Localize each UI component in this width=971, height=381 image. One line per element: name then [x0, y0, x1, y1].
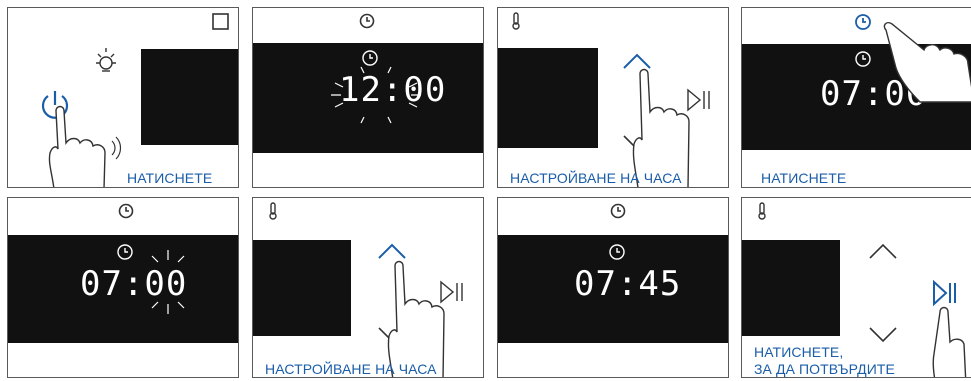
clock-icon[interactable]: [854, 13, 872, 31]
play-pause-icon[interactable]: [932, 279, 958, 307]
clock-time: 07:45: [574, 264, 682, 304]
clock-icon: [609, 244, 625, 260]
oven-display: [141, 49, 238, 145]
step-caption: НАТИСНЕТЕ: [127, 170, 213, 186]
blink-indicator: [331, 66, 421, 124]
up-arrow-icon[interactable]: [377, 242, 407, 260]
clock-icon: [610, 203, 626, 219]
clock-icon: [359, 13, 375, 29]
step-2-panel: 12:00: [252, 7, 484, 188]
step-3-panel: НАСТРОЙВАНЕ НА ЧАСА: [497, 7, 729, 188]
oven-display: [253, 240, 351, 336]
hand-pointer-icon: [883, 21, 971, 103]
step-1-panel: НАТИСНЕТЕ: [7, 7, 239, 188]
stop-square-icon[interactable]: [212, 13, 230, 31]
step-5-panel: 07:00: [7, 197, 239, 378]
hand-pointer-icon: [48, 105, 122, 187]
step-6-panel: НАСТРОЙВАНЕ НА ЧАСА: [252, 197, 484, 378]
clock-icon: [117, 244, 133, 260]
thermometer-icon: [512, 12, 520, 30]
step-caption: НАСТРОЙВАНЕ НА ЧАСА: [265, 361, 437, 377]
step-8-panel: НАТИСНЕТЕ, ЗА ДА ПОТВЪРДИТЕ: [741, 197, 971, 378]
hand-pointer-icon: [932, 306, 967, 377]
down-arrow-icon[interactable]: [868, 326, 898, 344]
step-caption-line1: НАТИСНЕТЕ,: [754, 344, 844, 360]
up-arrow-icon[interactable]: [868, 242, 898, 260]
oven-display: [742, 240, 840, 336]
thermometer-icon: [269, 202, 277, 220]
step-4-panel: 07:00 НАТИСНЕТЕ: [741, 7, 971, 188]
oven-display: [498, 48, 598, 148]
blink-indicator: [151, 250, 185, 314]
step-7-panel: 07:45: [497, 197, 729, 378]
step-caption: НАСТРОЙВАНЕ НА ЧАСА: [510, 170, 682, 186]
light-icon: [96, 48, 116, 72]
step-caption-line2: ЗА ДА ПОТВЪРДИТЕ: [754, 361, 895, 377]
step-caption: НАТИСНЕТЕ: [761, 170, 847, 186]
thermometer-icon: [758, 202, 766, 220]
clock-icon: [118, 203, 134, 219]
clock-icon: [855, 51, 871, 67]
